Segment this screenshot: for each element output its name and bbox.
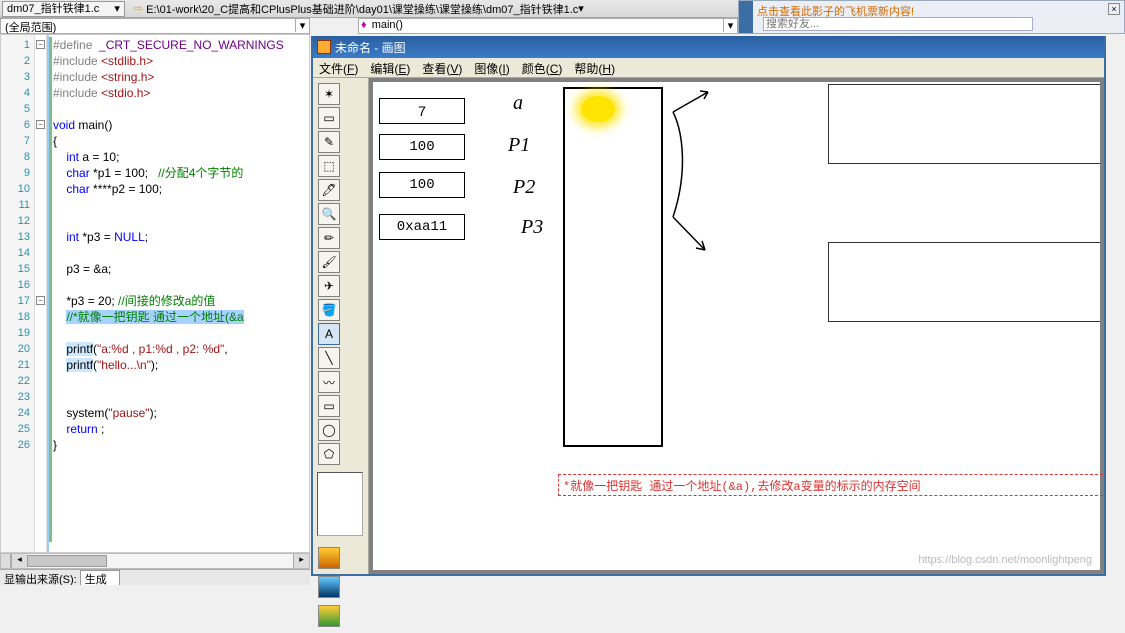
paint-tool-5[interactable]: 🔍 bbox=[318, 203, 340, 225]
editor-tab[interactable]: dm07_指针铁律1.c ▾ bbox=[2, 1, 125, 17]
paint-toolbox[interactable]: ✶▭✎⬚🖊🔍✏🖌✈🪣A╲〰▭◯⬠ bbox=[313, 78, 369, 574]
scroll-left-icon[interactable]: ◂ bbox=[11, 554, 27, 568]
menu-e[interactable]: 编辑(E) bbox=[364, 58, 416, 77]
paint-tool-8[interactable]: ✈ bbox=[318, 275, 340, 297]
paint-tool-14[interactable]: ◯ bbox=[318, 419, 340, 441]
memory-column bbox=[563, 87, 663, 447]
paint-tool-2[interactable]: ✎ bbox=[318, 131, 340, 153]
paint-menubar[interactable]: 文件(F)编辑(E)查看(V)图像(I)颜色(C)帮助(H) bbox=[313, 58, 1104, 78]
tab-dropdown-icon[interactable]: ▾ bbox=[114, 3, 120, 15]
close-notification-icon[interactable]: × bbox=[1108, 3, 1120, 15]
tool-options-box[interactable] bbox=[317, 472, 363, 536]
horizontal-scrollbar[interactable]: ◂ ▸ bbox=[0, 553, 310, 569]
paint-tool-15[interactable]: ⬠ bbox=[318, 443, 340, 465]
highlight-spot bbox=[581, 96, 615, 122]
change-bar bbox=[49, 37, 52, 542]
paint-tool-0[interactable]: ✶ bbox=[318, 83, 340, 105]
line-number-gutter: 1234567891011121314151617181920212223242… bbox=[1, 35, 35, 552]
paint-title-text: 未命名 - 画图 bbox=[335, 39, 406, 56]
scroll-splitter[interactable] bbox=[1, 554, 11, 568]
extra-tool-2[interactable] bbox=[318, 576, 340, 598]
mem-cell-a: 7 bbox=[379, 98, 465, 124]
mem-cell-a-value: 7 bbox=[418, 103, 426, 119]
scope-label: (全局范围) bbox=[5, 22, 56, 34]
paint-tool-7[interactable]: 🖌 bbox=[318, 251, 340, 273]
hw-label-p3: P3 bbox=[521, 216, 543, 239]
editor-tab-label: dm07_指针铁律1.c bbox=[7, 3, 99, 15]
nav-arrow-icon[interactable]: ⇨ bbox=[134, 2, 143, 15]
path-dropdown-icon[interactable]: ▾ bbox=[578, 2, 584, 15]
side-panel: 点击查看此影子的飞机票新内容! × bbox=[738, 0, 1125, 34]
paint-tool-9[interactable]: 🪣 bbox=[318, 299, 340, 321]
fold-toggle[interactable]: − bbox=[36, 296, 45, 305]
paint-tool-11[interactable]: ╲ bbox=[318, 347, 340, 369]
output-source-combo[interactable]: 生成 bbox=[80, 570, 120, 585]
mem-cell-p1: 100 bbox=[379, 134, 465, 160]
scroll-track[interactable] bbox=[27, 554, 293, 568]
scope-combo[interactable]: (全局范围) ▾ bbox=[0, 18, 310, 34]
red-annotation: *就像一把钥匙 通过一个地址(&a),去修改a变量的标示的内存空间 bbox=[558, 474, 1104, 496]
mem-cell-p3: 0xaa11 bbox=[379, 214, 465, 240]
paint-tool-6[interactable]: ✏ bbox=[318, 227, 340, 249]
paint-canvas[interactable]: 7 100 100 0xaa11 a P1 P2 P3 *就像一把钥匙 通过一个… bbox=[373, 82, 1100, 570]
paint-tool-13[interactable]: ▭ bbox=[318, 395, 340, 417]
function-name: main() bbox=[372, 19, 403, 31]
status-bar: 显输出来源(S): 生成 bbox=[0, 569, 310, 585]
side-tab[interactable] bbox=[739, 1, 753, 33]
hw-label-p1: P1 bbox=[508, 134, 530, 157]
code-editor[interactable]: 1234567891011121314151617181920212223242… bbox=[0, 34, 310, 553]
extra-tool-3[interactable] bbox=[318, 605, 340, 627]
watermark-text: https://blog.csdn.net/moonlightpeng bbox=[918, 554, 1092, 566]
hw-label-p2: P2 bbox=[513, 176, 535, 199]
paint-titlebar[interactable]: 未命名 - 画图 bbox=[313, 36, 1104, 58]
menu-h[interactable]: 帮助(H) bbox=[568, 58, 621, 77]
output-source-value: 生成 bbox=[85, 574, 107, 585]
side-box-2 bbox=[828, 242, 1100, 322]
extra-tool-1[interactable] bbox=[318, 547, 340, 569]
function-glyph-icon: ♦ bbox=[361, 19, 367, 31]
menu-v[interactable]: 查看(V) bbox=[416, 58, 468, 77]
scope-dropdown-icon[interactable]: ▾ bbox=[295, 19, 309, 32]
paint-tool-3[interactable]: ⬚ bbox=[318, 155, 340, 177]
fold-column[interactable]: − − − bbox=[35, 35, 47, 552]
scroll-right-icon[interactable]: ▸ bbox=[293, 554, 309, 568]
menu-i[interactable]: 图像(I) bbox=[468, 58, 515, 77]
side-box-1 bbox=[828, 84, 1100, 164]
status-left: 显输出来源(S): bbox=[4, 574, 77, 585]
mem-cell-p2: 100 bbox=[379, 172, 465, 198]
paint-tool-12[interactable]: 〰 bbox=[318, 371, 340, 393]
function-dropdown-icon[interactable]: ▾ bbox=[723, 19, 737, 32]
code-area[interactable]: #define _CRT_SECURE_NO_WARNINGS#include … bbox=[53, 35, 309, 552]
paint-tool-10[interactable]: A bbox=[318, 323, 340, 345]
friend-search-input[interactable] bbox=[763, 17, 1033, 31]
paint-canvas-wrap: 7 100 100 0xaa11 a P1 P2 P3 *就像一把钥匙 通过一个… bbox=[369, 78, 1104, 574]
menu-f[interactable]: 文件(F) bbox=[313, 58, 364, 77]
hw-label-a: a bbox=[513, 92, 523, 115]
paint-app-icon bbox=[317, 40, 331, 54]
fold-toggle[interactable]: − bbox=[36, 120, 45, 129]
file-path-text: E:\01-work\20_C提高和CPlusPlus基础进阶\day01\课堂… bbox=[146, 1, 578, 17]
function-combo[interactable]: ♦ main() ▾ bbox=[358, 18, 738, 34]
paint-tool-4[interactable]: 🖊 bbox=[318, 179, 340, 201]
fold-toggle[interactable]: − bbox=[36, 40, 45, 49]
scroll-thumb[interactable] bbox=[27, 555, 107, 567]
paint-window: 未命名 - 画图 文件(F)编辑(E)查看(V)图像(I)颜色(C)帮助(H) … bbox=[311, 36, 1106, 576]
paint-tool-1[interactable]: ▭ bbox=[318, 107, 340, 129]
menu-c[interactable]: 颜色(C) bbox=[516, 58, 569, 77]
